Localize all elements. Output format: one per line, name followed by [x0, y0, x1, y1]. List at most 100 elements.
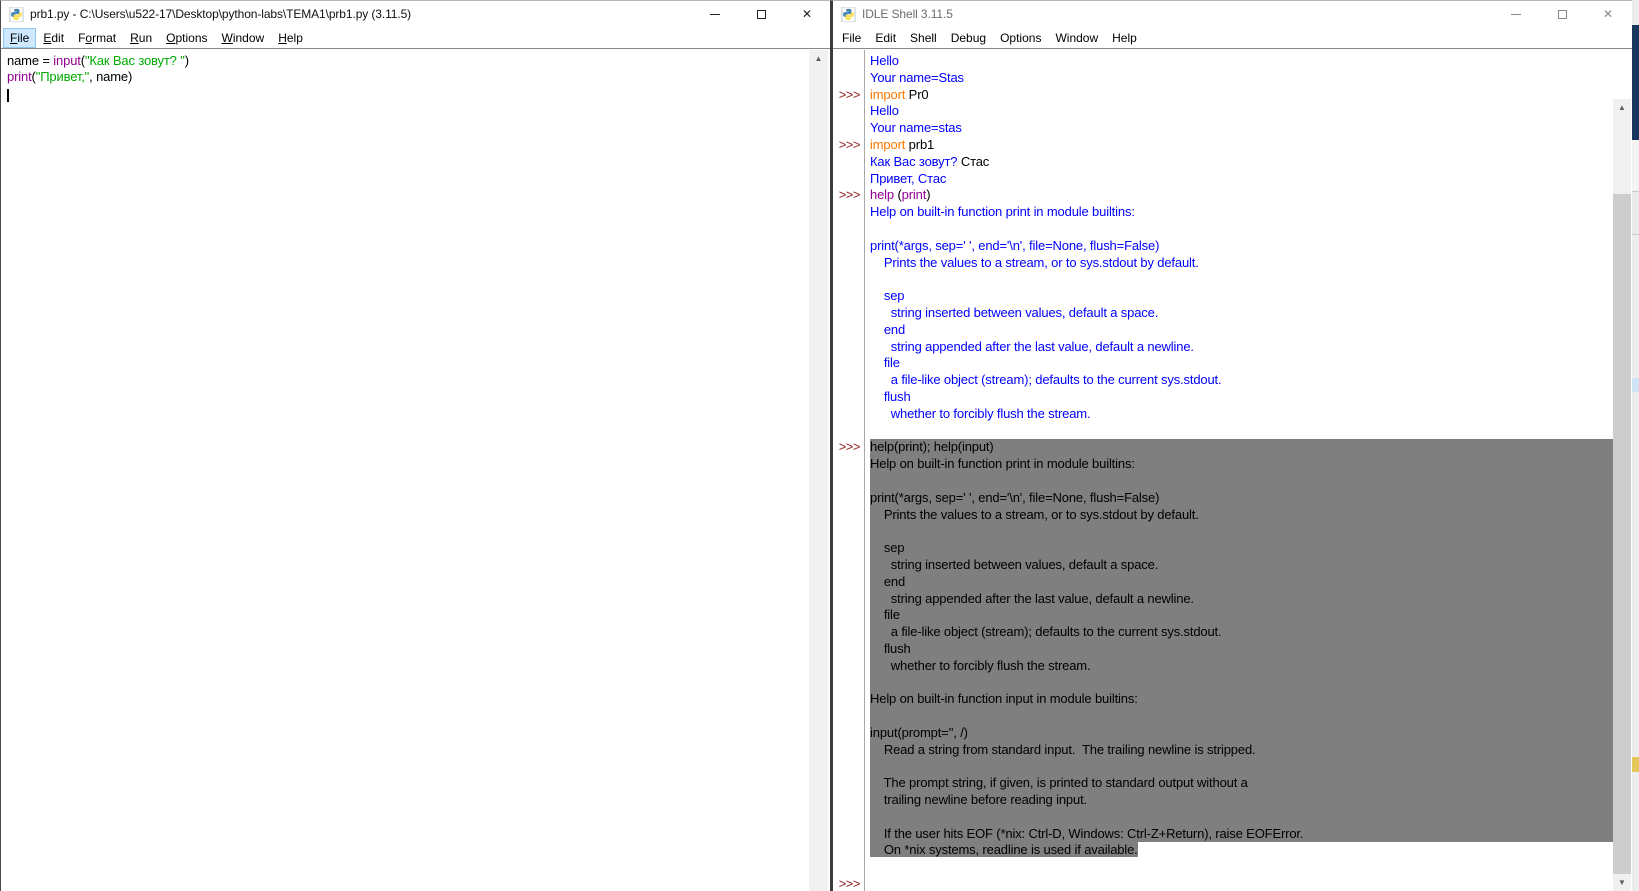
code-line: print("Привет,", name) — [2, 69, 810, 85]
text-segment: Your name=Stas — [870, 70, 964, 85]
code-editor-area[interactable]: name = input("Как Вас зовут? ")print("Пр… — [2, 50, 810, 891]
shell-row: Hello — [870, 53, 1613, 70]
shell-row-selected: Help on built-in function print in modul… — [870, 456, 1613, 473]
shell-row: a file-like object (stream); defaults to… — [870, 372, 1613, 389]
text-segment: input(prompt='', /) — [870, 725, 968, 740]
shell-row-selected — [870, 523, 1613, 540]
shell-row-selected — [870, 473, 1613, 490]
shell-row-selected: If the user hits EOF (*nix: Ctrl-D, Wind… — [870, 826, 1613, 843]
text-segment: input — [53, 53, 80, 68]
shell-row-selected: On *nix systems, readline is used if ava… — [870, 842, 1613, 859]
shell-row: sep — [870, 288, 1613, 305]
editor-vertical-scrollbar[interactable]: ▲ — [809, 50, 828, 891]
editor-window: prb1.py - C:\Users\u522-17\Desktop\pytho… — [0, 0, 832, 891]
menu-help[interactable]: Help — [271, 28, 310, 48]
shell-row-selected: end — [870, 574, 1613, 591]
shell-row: string appended after the last value, de… — [870, 339, 1613, 356]
text-segment: print(*args, sep=' ', end='\n', file=Non… — [870, 490, 1159, 505]
shell-row-selected — [870, 758, 1613, 775]
shell-vertical-scrollbar[interactable]: ▲ ▼ — [1613, 99, 1631, 891]
text-segment: flush — [870, 641, 911, 656]
shell-row-selected: sep — [870, 540, 1613, 557]
minimize-icon — [710, 14, 720, 15]
close-icon: ✕ — [802, 8, 812, 20]
background-window-edge — [1632, 193, 1639, 235]
maximize-button[interactable] — [1539, 1, 1585, 27]
text-segment: Prints the values to a stream, or to sys… — [870, 507, 1199, 522]
shell-row-selected: help(print); help(input) — [870, 439, 1613, 456]
editor-caption-buttons: ✕ — [692, 1, 830, 27]
background-window-edge — [1632, 757, 1639, 772]
shell-row-selected: Prints the values to a stream, or to sys… — [870, 507, 1613, 524]
menu-help[interactable]: Help — [1105, 28, 1144, 48]
shell-row-selected: whether to forcibly flush the stream. — [870, 658, 1613, 675]
background-window-edge — [1632, 140, 1639, 192]
text-segment: Your name=stas — [870, 120, 962, 135]
background-window-edge — [1632, 25, 1639, 140]
text-segment: The prompt string, if given, is printed … — [870, 775, 1248, 790]
scrollbar-thumb[interactable] — [1613, 194, 1631, 891]
menu-file[interactable]: File — [3, 28, 36, 48]
shell-row-selected: Help on built-in function input in modul… — [870, 691, 1613, 708]
text-segment: flush — [870, 389, 911, 404]
scroll-down-arrow-icon[interactable]: ▼ — [1613, 874, 1631, 891]
shell-row: string inserted between values, default … — [870, 305, 1613, 322]
text-segment: Как Вас зовут? — [870, 154, 961, 169]
shell-row-selected: file — [870, 607, 1613, 624]
code-line: name = input("Как Вас зовут? ") — [2, 53, 810, 69]
minimize-button[interactable] — [1493, 1, 1539, 27]
background-window-sliver — [1632, 0, 1639, 891]
shell-row: print(*args, sep=' ', end='\n', file=Non… — [870, 238, 1613, 255]
menu-shell[interactable]: Shell — [903, 28, 944, 48]
text-segment: help — [870, 187, 894, 202]
menu-format[interactable]: Format — [71, 28, 123, 48]
text-segment: end — [870, 574, 905, 589]
text-segment: Hello — [870, 53, 899, 68]
text-segment: a file-like object (stream); defaults to… — [870, 372, 1221, 387]
scroll-up-arrow-icon[interactable]: ▲ — [809, 50, 828, 67]
text-segment: Prints the values to a stream, or to sys… — [870, 255, 1199, 270]
shell-row — [870, 876, 1613, 891]
scroll-up-arrow-icon[interactable]: ▲ — [1613, 99, 1631, 116]
python-icon — [841, 7, 856, 22]
shell-text-area[interactable]: HelloYour name=Stasimport Pr0HelloYour n… — [866, 50, 1613, 891]
text-segment: sep — [870, 288, 904, 303]
maximize-button[interactable] — [738, 1, 784, 27]
menu-debug[interactable]: Debug — [944, 28, 993, 48]
menu-edit[interactable]: Edit — [868, 28, 903, 48]
text-segment: Read a string from standard input. The t… — [870, 742, 1256, 757]
text-segment: ) — [926, 187, 930, 202]
menu-window[interactable]: Window — [215, 28, 272, 48]
text-segment: Привет, Стас — [870, 171, 946, 186]
text-segment: print — [902, 187, 927, 202]
shell-row: Hello — [870, 103, 1613, 120]
shell-area: >>>>>>>>>>>>>>> HelloYour name=Stasimpor… — [833, 50, 1639, 891]
menu-run[interactable]: Run — [123, 28, 159, 48]
shell-row-selected: a file-like object (stream); defaults to… — [870, 624, 1613, 641]
shell-row-selected: input(prompt='', /) — [870, 725, 1613, 742]
text-segment: end — [870, 322, 905, 337]
shell-prompt: >>> — [839, 87, 860, 104]
text-segment: string appended after the last value, de… — [870, 339, 1194, 354]
text-segment: print — [7, 69, 32, 84]
text-segment: On *nix systems, readline is used if ava… — [870, 842, 1138, 857]
menu-edit[interactable]: Edit — [36, 28, 71, 48]
shell-row-selected: Read a string from standard input. The t… — [870, 742, 1613, 759]
shell-prompt-sidebar: >>>>>>>>>>>>>>> — [834, 50, 865, 891]
text-segment: "Как Вас зовут? " — [85, 53, 185, 68]
shell-window: IDLE Shell 3.11.5 ✕ FileEditShellDebugOp… — [832, 0, 1639, 891]
menu-file[interactable]: File — [835, 28, 868, 48]
minimize-button[interactable] — [692, 1, 738, 27]
text-segment: print(*args, sep=' ', end='\n', file=Non… — [870, 238, 1159, 253]
menu-options[interactable]: Options — [993, 28, 1048, 48]
menu-options[interactable]: Options — [159, 28, 214, 48]
shell-row-selected — [870, 708, 1613, 725]
shell-row-selected: string inserted between values, default … — [870, 557, 1613, 574]
shell-prompt: >>> — [839, 439, 860, 456]
shell-row: flush — [870, 389, 1613, 406]
close-button[interactable]: ✕ — [1585, 1, 1631, 27]
close-button[interactable]: ✕ — [784, 1, 830, 27]
text-segment: Help on built-in function print in modul… — [870, 204, 1135, 219]
menu-window[interactable]: Window — [1048, 28, 1105, 48]
text-segment: whether to forcibly flush the stream. — [870, 658, 1090, 673]
